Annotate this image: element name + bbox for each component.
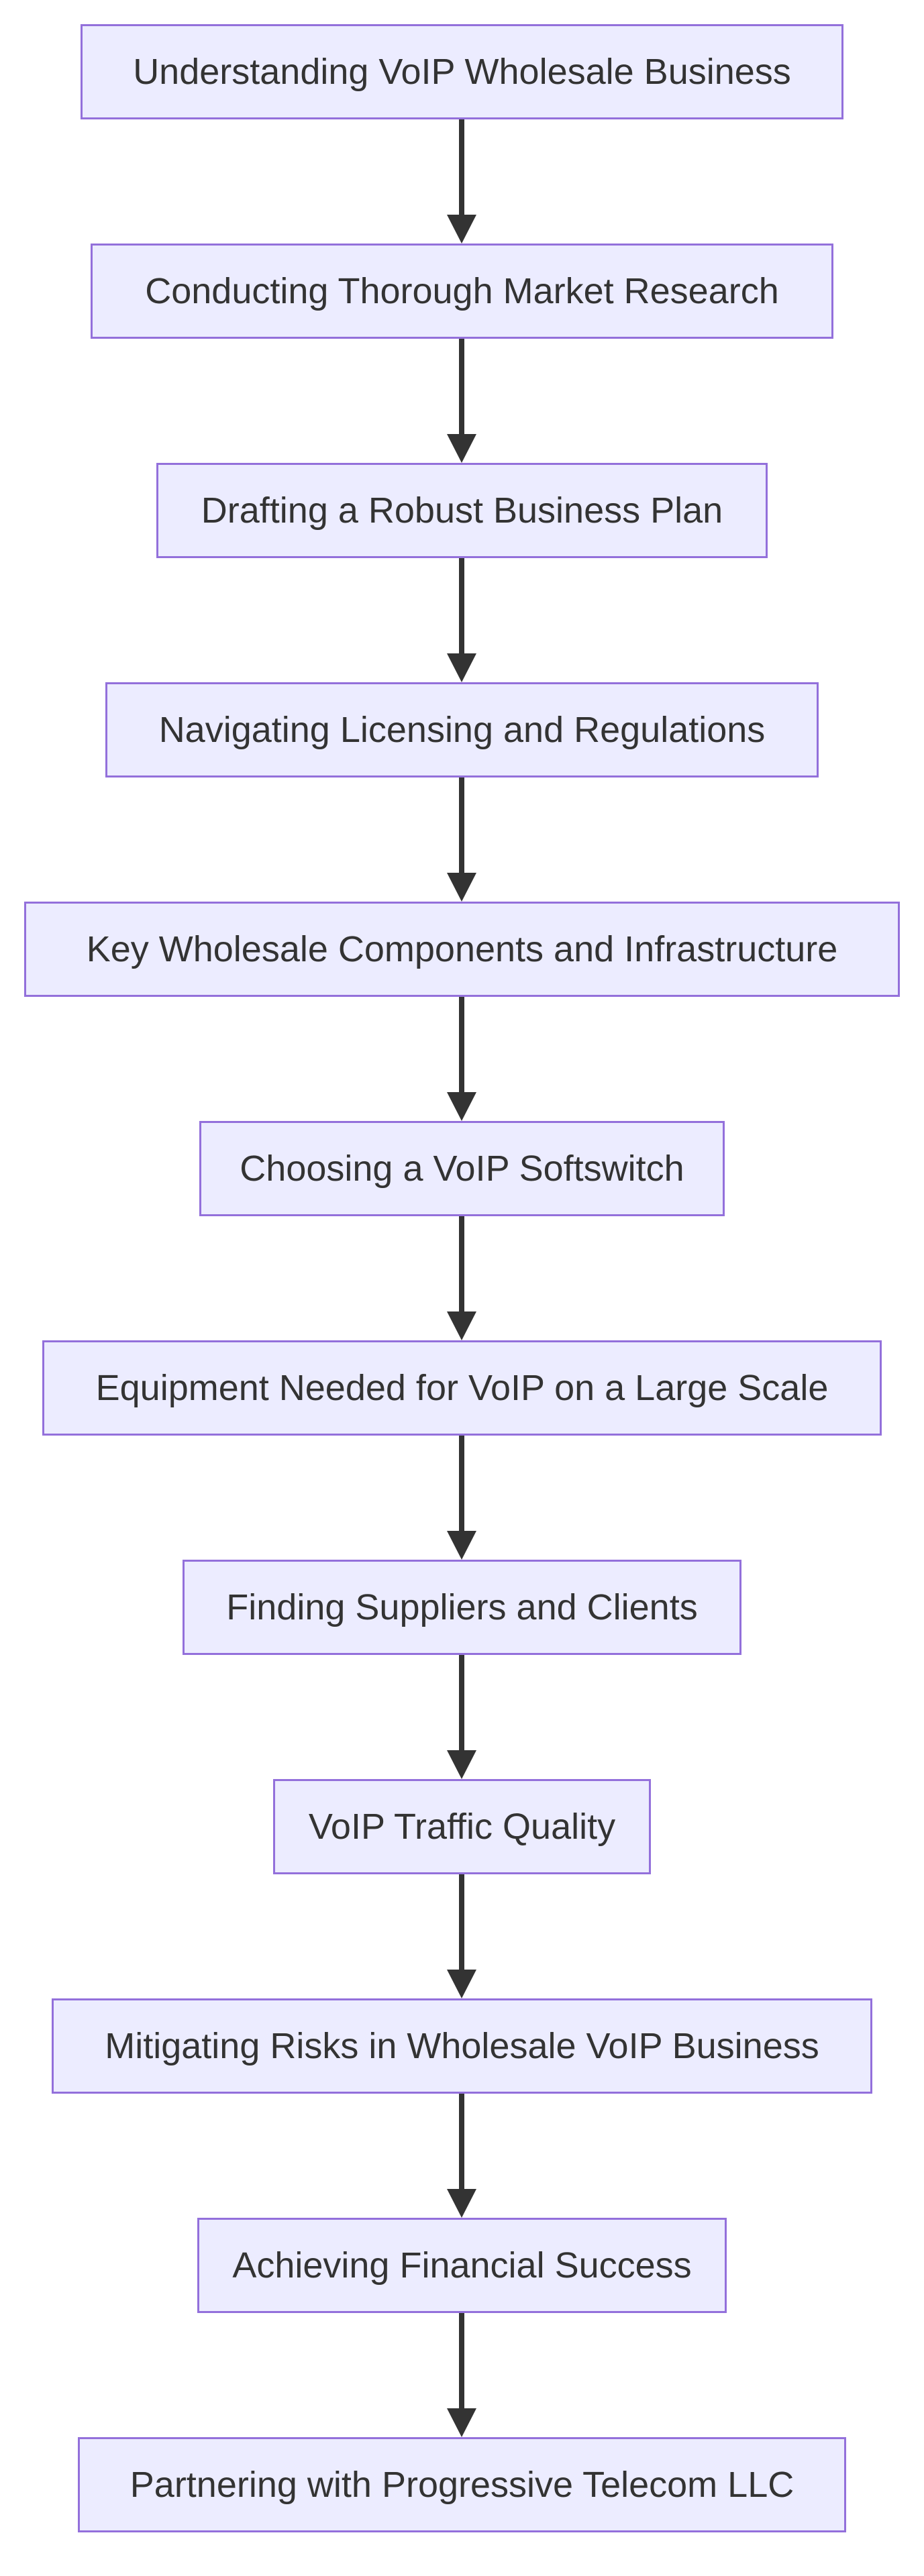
arrowhead-icon — [447, 1092, 476, 1121]
arrowhead-icon — [447, 1750, 476, 1779]
edge-arrow-line — [459, 1216, 464, 1313]
node-label: Choosing a VoIP Softswitch — [240, 1148, 684, 1189]
edge-arrow-line — [459, 1655, 464, 1752]
arrowhead-icon — [447, 653, 476, 682]
flow-node-market-research: Conducting Thorough Market Research — [91, 244, 833, 339]
edge-arrow-line — [459, 339, 464, 436]
node-label: Mitigating Risks in Wholesale VoIP Busin… — [105, 2026, 819, 2066]
node-label: Navigating Licensing and Regulations — [158, 710, 766, 750]
edge-arrow-line — [459, 2094, 464, 2191]
arrowhead-icon — [447, 434, 476, 463]
edge-arrow-line — [459, 997, 464, 1094]
node-label: Understanding VoIP Wholesale Business — [133, 52, 791, 92]
flow-node-key-components: Key Wholesale Components and Infrastruct… — [24, 902, 900, 997]
arrowhead-icon — [447, 215, 476, 244]
edge-arrow-line — [459, 558, 464, 655]
flow-node-financial-success: Achieving Financial Success — [197, 2218, 727, 2313]
arrowhead-icon — [447, 1970, 476, 1998]
node-label: Finding Suppliers and Clients — [226, 1587, 698, 1627]
flow-node-understanding-voip-wholesale: Understanding VoIP Wholesale Business — [81, 24, 843, 119]
arrowhead-icon — [447, 1311, 476, 1340]
edge-arrow-line — [459, 1874, 464, 1972]
flow-node-suppliers-clients: Finding Suppliers and Clients — [183, 1560, 741, 1655]
node-label: Achieving Financial Success — [232, 2245, 692, 2286]
flow-node-mitigating-risks: Mitigating Risks in Wholesale VoIP Busin… — [52, 1998, 872, 2094]
arrowhead-icon — [447, 1531, 476, 1560]
node-label: Conducting Thorough Market Research — [145, 271, 779, 311]
flow-node-softswitch: Choosing a VoIP Softswitch — [199, 1121, 725, 1216]
edge-arrow-line — [459, 119, 464, 217]
edge-arrow-line — [459, 777, 464, 875]
arrowhead-icon — [447, 873, 476, 902]
flowchart: Understanding VoIP Wholesale Business Co… — [0, 0, 924, 2576]
edge-arrow-line — [459, 1436, 464, 1533]
node-label: Partnering with Progressive Telecom LLC — [130, 2465, 794, 2505]
node-label: VoIP Traffic Quality — [308, 1807, 616, 1847]
edge-arrow-line — [459, 2313, 464, 2410]
flow-node-equipment: Equipment Needed for VoIP on a Large Sca… — [42, 1340, 882, 1436]
node-label: Equipment Needed for VoIP on a Large Sca… — [95, 1368, 829, 1408]
node-label: Drafting a Robust Business Plan — [201, 490, 723, 531]
flow-node-licensing-regulations: Navigating Licensing and Regulations — [105, 682, 819, 777]
flow-node-business-plan: Drafting a Robust Business Plan — [156, 463, 768, 558]
flow-node-partnering: Partnering with Progressive Telecom LLC — [78, 2437, 846, 2532]
node-label: Key Wholesale Components and Infrastruct… — [86, 929, 838, 969]
flow-node-traffic-quality: VoIP Traffic Quality — [273, 1779, 651, 1874]
arrowhead-icon — [447, 2189, 476, 2218]
arrowhead-icon — [447, 2408, 476, 2437]
